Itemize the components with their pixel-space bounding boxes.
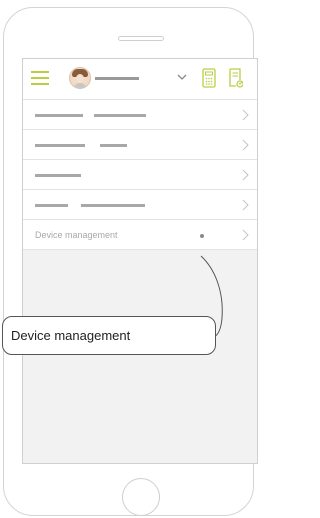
- callout-connector: [200, 255, 223, 338]
- device-management-callout: Device management: [2, 316, 216, 355]
- callout-label: Device management: [11, 328, 131, 343]
